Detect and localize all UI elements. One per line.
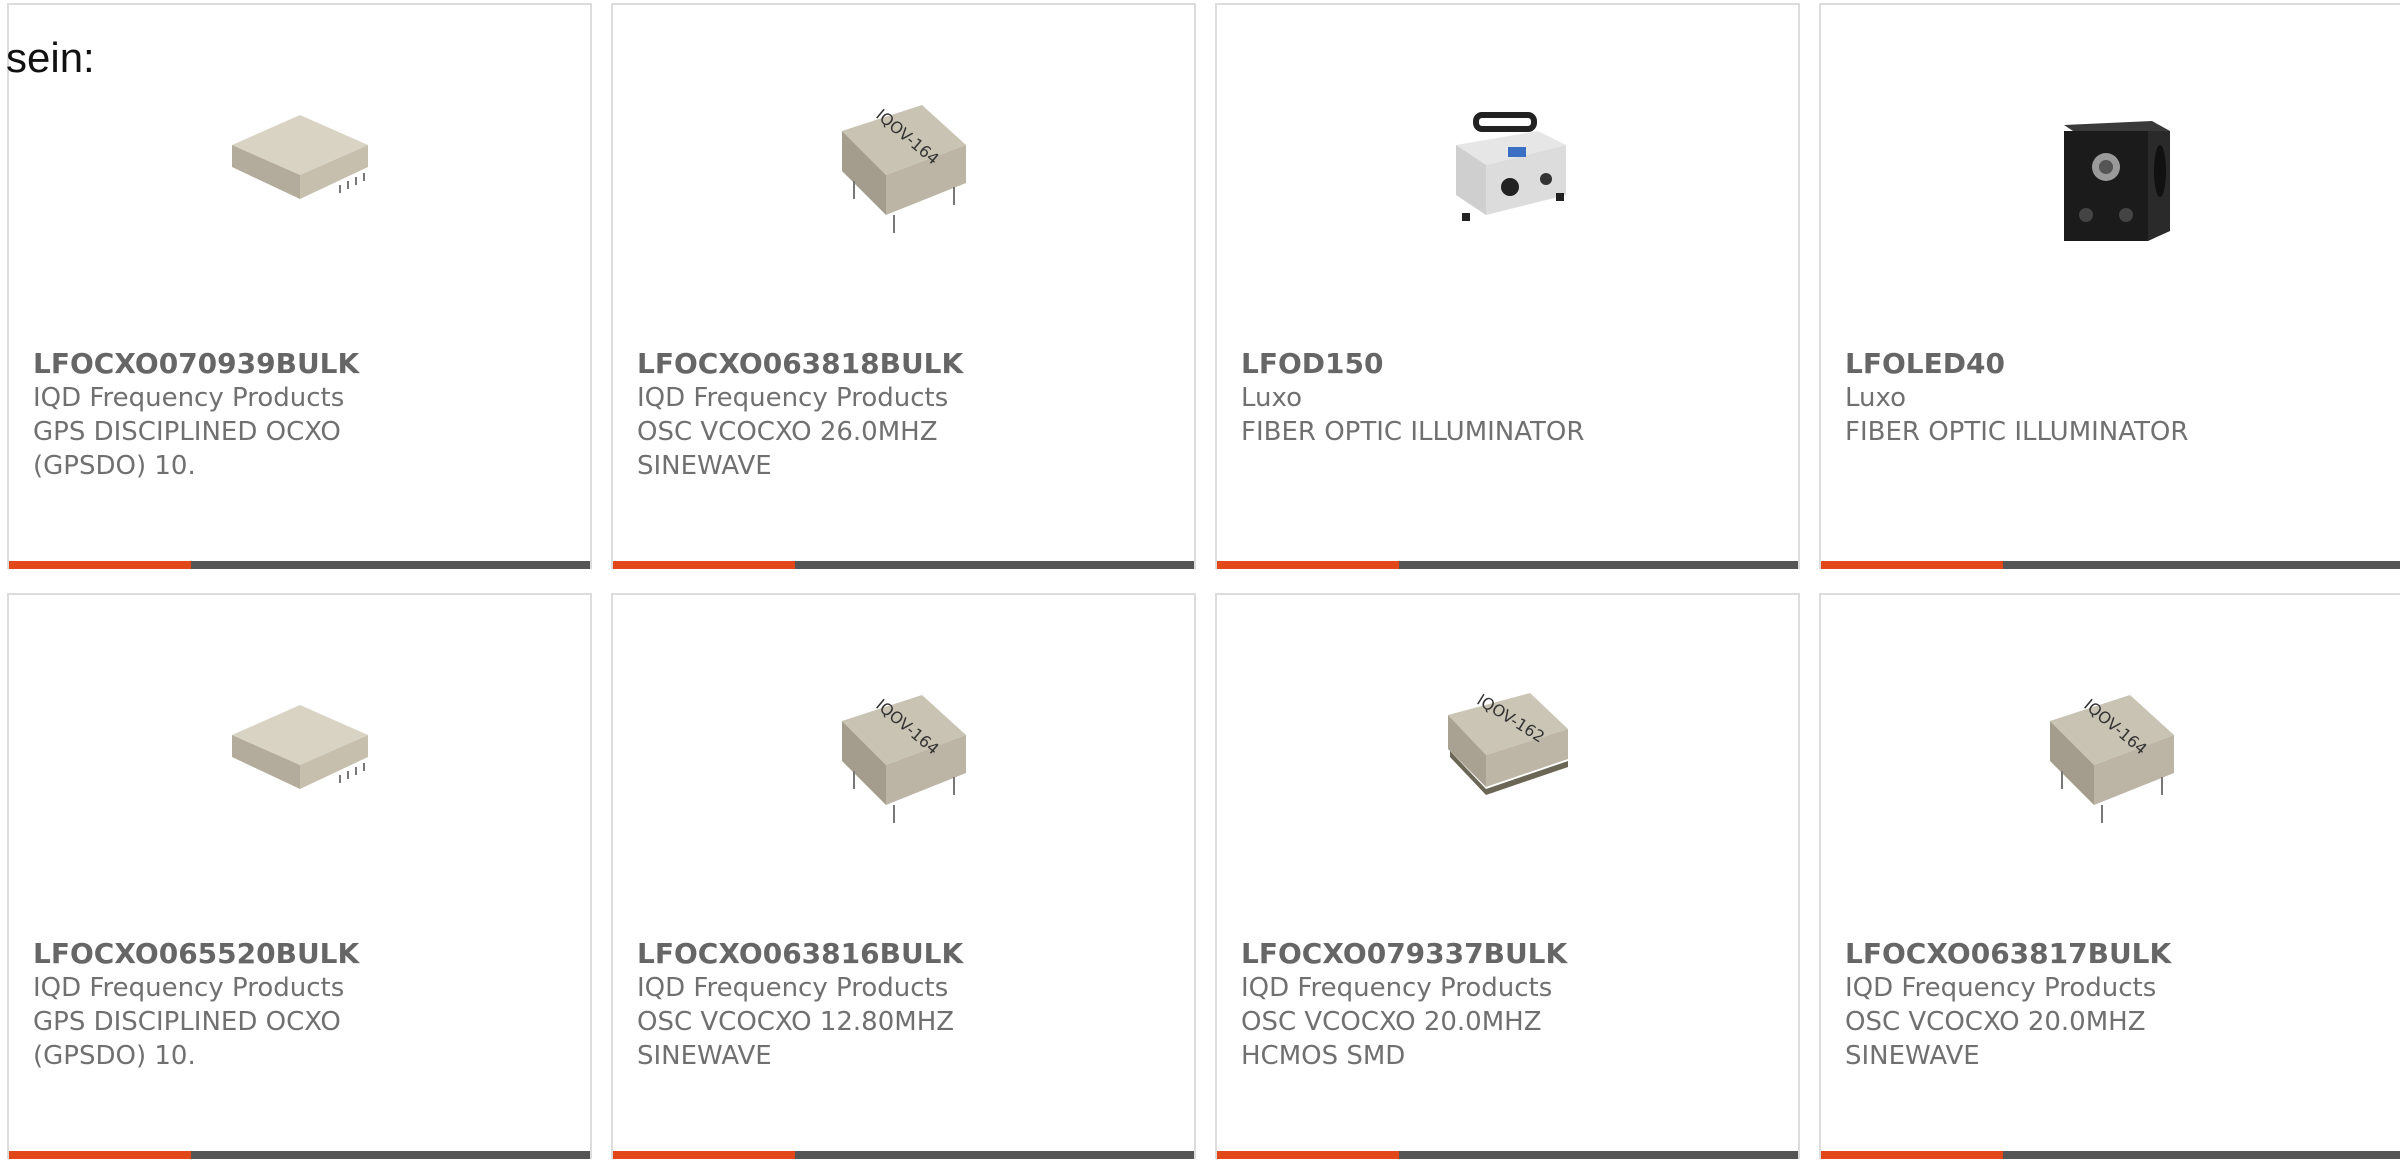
product-description: FIBER OPTIC ILLUMINATOR — [1241, 417, 1585, 447]
product-manufacturer: IQD Frequency Products — [1241, 973, 1553, 1003]
product-description: OSC VCOCXO 12.80MHZ SINEWAVE — [637, 1007, 955, 1071]
product-description: GPS DISCIPLINED OCXO (GPSDO) 10. — [33, 417, 341, 481]
product-description: OSC VCOCXO 26.0MHZ SINEWAVE — [637, 417, 938, 481]
card-accent-bar — [1821, 561, 2003, 569]
card-accent-bar — [613, 1151, 795, 1159]
card-accent-bar — [1821, 1151, 2003, 1159]
product-description: OSC VCOCXO 20.0MHZ SINEWAVE — [1845, 1007, 2146, 1071]
product-part-number[interactable]: LFOCXO070939BULK — [33, 347, 433, 381]
product-manufacturer: Luxo — [1241, 383, 1303, 413]
product-part-number[interactable]: LFOCXO079337BULK — [1241, 937, 1641, 971]
product-part-number[interactable]: LFOCXO063818BULK — [637, 347, 1037, 381]
oscillator-package-icon: IQOV-164 — [2049, 695, 2174, 823]
product-image[interactable] — [9, 655, 590, 875]
product-image[interactable] — [1821, 65, 2400, 285]
illuminator-white-icon — [1455, 112, 1566, 221]
card-accent-bar — [613, 561, 795, 569]
product-image[interactable]: IQOV-162 — [1217, 655, 1798, 875]
product-card[interactable]: LFOD150 Luxo FIBER OPTIC ILLUMINATOR — [1215, 3, 1800, 569]
oscillator-package-icon: IQOV-164 — [841, 105, 966, 233]
product-manufacturer: IQD Frequency Products — [33, 383, 345, 413]
card-accent-bar — [9, 1151, 191, 1159]
ocxo-flat-package-icon — [231, 705, 368, 789]
card-bottom-bar — [1821, 561, 2400, 569]
product-manufacturer: IQD Frequency Products — [637, 973, 949, 1003]
card-bottom-bar — [1217, 1151, 1798, 1159]
illuminator-black-icon — [2063, 121, 2170, 241]
card-bottom-bar — [1217, 561, 1798, 569]
product-description: GPS DISCIPLINED OCXO (GPSDO) 10. — [33, 1007, 341, 1071]
intro-text: sein: — [6, 34, 95, 81]
product-card[interactable]: LFOCXO070939BULK IQD Frequency Products … — [7, 3, 592, 569]
product-card[interactable]: LFOCXO065520BULK IQD Frequency Products … — [7, 593, 592, 1159]
product-part-number[interactable]: LFOCXO063817BULK — [1845, 937, 2245, 971]
card-accent-bar — [1217, 561, 1399, 569]
product-image[interactable]: IQOV-164 — [613, 655, 1194, 875]
oscillator-smd-package-icon: IQOV-162 — [1447, 690, 1568, 795]
product-manufacturer: IQD Frequency Products — [1845, 973, 2157, 1003]
product-image[interactable]: IQOV-164 — [1821, 655, 2400, 875]
product-image[interactable]: IQOV-164 — [613, 65, 1194, 285]
product-image[interactable] — [1217, 65, 1798, 285]
oscillator-package-icon: IQOV-164 — [841, 695, 966, 823]
product-grid: LFOCXO070939BULK IQD Frequency Products … — [0, 0, 2400, 1161]
product-description: FIBER OPTIC ILLUMINATOR — [1845, 417, 2189, 447]
product-part-number[interactable]: LFOCXO065520BULK — [33, 937, 433, 971]
product-card[interactable]: LFOLED40 Luxo FIBER OPTIC ILLUMINATOR — [1819, 3, 2400, 569]
card-bottom-bar — [9, 1151, 590, 1159]
product-manufacturer: IQD Frequency Products — [637, 383, 949, 413]
product-part-number[interactable]: LFOD150 — [1241, 347, 1641, 381]
product-image[interactable] — [9, 65, 590, 285]
product-card[interactable]: IQOV-164 LFOCXO063816BULK IQD Frequency … — [611, 593, 1196, 1159]
card-bottom-bar — [613, 561, 1194, 569]
card-bottom-bar — [9, 561, 590, 569]
product-part-number[interactable]: LFOCXO063816BULK — [637, 937, 1037, 971]
product-card[interactable]: IQOV-164 LFOCXO063817BULK IQD Frequency … — [1819, 593, 2400, 1159]
product-card[interactable]: IQOV-162 LFOCXO079337BULK IQD Frequency … — [1215, 593, 1800, 1159]
product-description: OSC VCOCXO 20.0MHZ HCMOS SMD — [1241, 1007, 1542, 1071]
product-part-number[interactable]: LFOLED40 — [1845, 347, 2245, 381]
ocxo-flat-package-icon — [231, 115, 368, 199]
card-bottom-bar — [1821, 1151, 2400, 1159]
card-accent-bar — [9, 561, 191, 569]
card-bottom-bar — [613, 1151, 1194, 1159]
product-manufacturer: IQD Frequency Products — [33, 973, 345, 1003]
card-accent-bar — [1217, 1151, 1399, 1159]
product-manufacturer: Luxo — [1845, 383, 1907, 413]
product-card[interactable]: IQOV-164 LFOCXO063818BULK IQD Frequency … — [611, 3, 1196, 569]
